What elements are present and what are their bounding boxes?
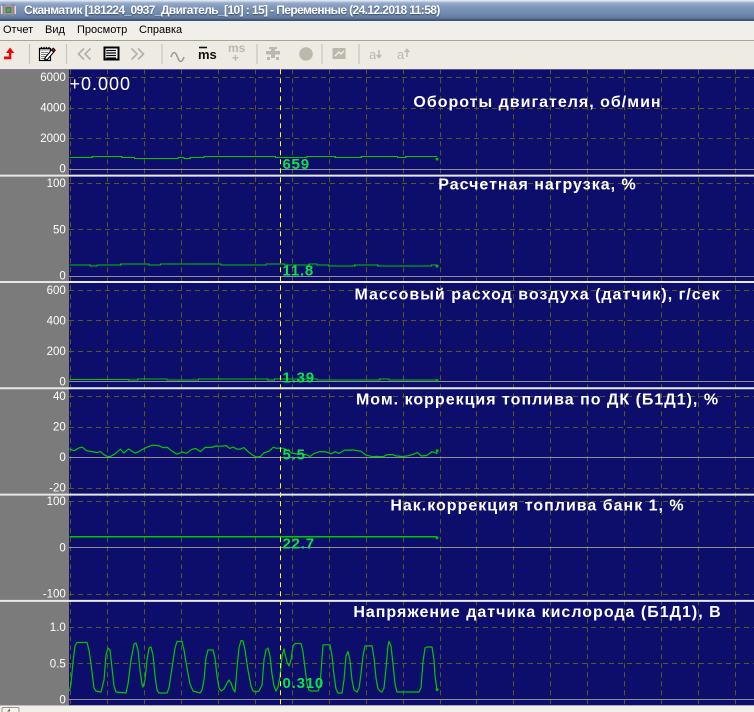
svg-text:ms: ms [198, 47, 217, 62]
svg-text:a: a [369, 47, 377, 62]
svg-text:4000: 4000 [40, 103, 66, 115]
svg-text:0: 0 [59, 542, 65, 554]
svg-text:0.310: 0.310 [283, 675, 325, 692]
svg-text:22.7: 22.7 [283, 536, 315, 553]
svg-text:6000: 6000 [40, 72, 66, 84]
svg-text:+0.000: +0.000 [70, 74, 132, 94]
svg-text:0.5: 0.5 [50, 658, 66, 670]
svg-text:200: 200 [47, 346, 66, 358]
svg-text:659: 659 [283, 156, 310, 173]
svg-text:600: 600 [47, 285, 66, 297]
svg-text:1.39: 1.39 [283, 370, 315, 387]
svg-text:1.0: 1.0 [50, 622, 66, 634]
svg-text:20: 20 [53, 422, 66, 434]
svg-text:0: 0 [59, 376, 65, 388]
svg-text:-20: -20 [49, 483, 66, 495]
svg-text:5.5: 5.5 [283, 447, 306, 464]
svg-text:50: 50 [53, 224, 66, 236]
svg-text:0: 0 [59, 452, 65, 464]
svg-text:100: 100 [47, 496, 66, 508]
svg-text:Нак.коррекция топлива банк 1,: Нак.коррекция топлива банк 1, % [390, 498, 684, 515]
svg-text:2000: 2000 [40, 133, 66, 145]
svg-text:40: 40 [53, 391, 66, 403]
svg-text:0: 0 [59, 694, 65, 706]
svg-text:Обороты двигателя, об/мин: Обороты двигателя, об/мин [413, 94, 661, 111]
svg-text:+: + [232, 51, 239, 65]
svg-text:-100: -100 [43, 589, 66, 601]
svg-text:0: 0 [59, 271, 65, 283]
svg-text:Мом. коррекция топлива по ДК (: Мом. коррекция топлива по ДК (Б1Д1), % [356, 392, 719, 409]
svg-text:Напряжение датчика кислорода (: Напряжение датчика кислорода (Б1Д1), В [353, 604, 721, 621]
svg-text:Расчетная нагрузка, %: Расчетная нагрузка, % [438, 177, 636, 194]
svg-text:400: 400 [47, 315, 66, 327]
svg-text:a: a [397, 47, 405, 62]
svg-text:0: 0 [59, 164, 65, 176]
svg-text:100: 100 [47, 178, 66, 190]
svg-text:Массовый расход воздуха (датчи: Массовый расход воздуха (датчик), г/сек [354, 287, 720, 304]
svg-text:11.8: 11.8 [283, 263, 315, 280]
